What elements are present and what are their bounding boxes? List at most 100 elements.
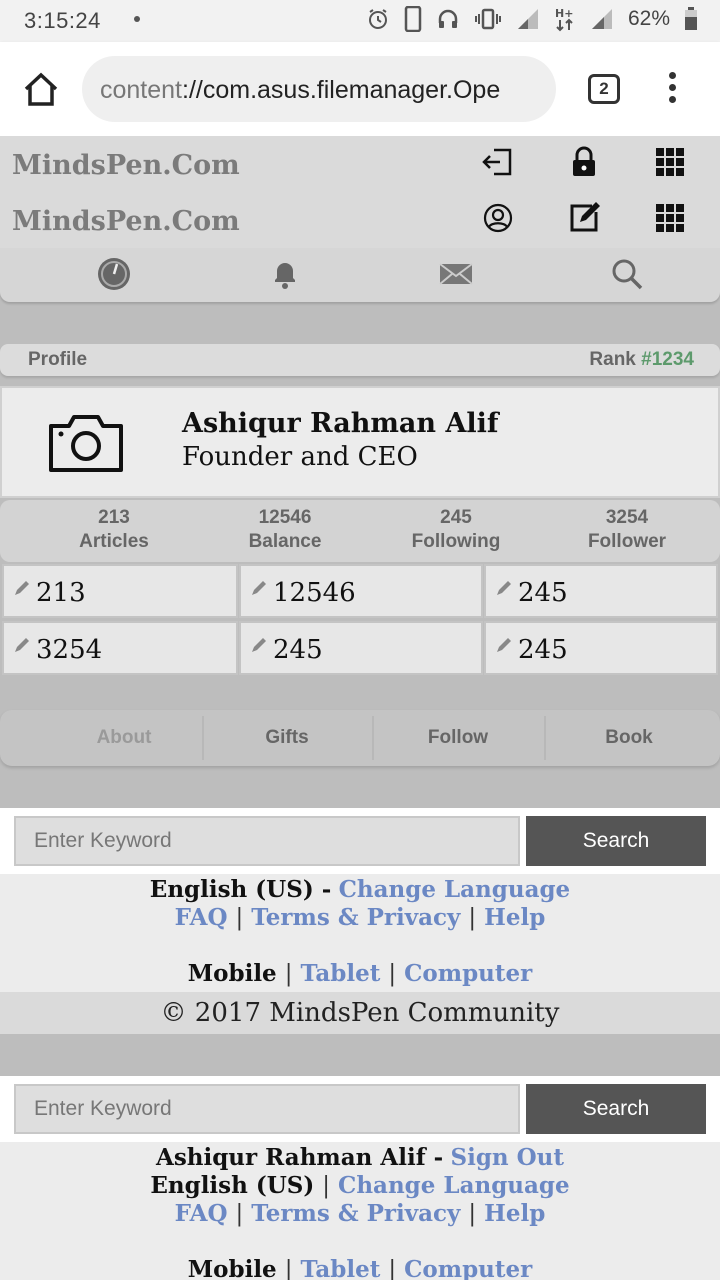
notifications-bell-icon[interactable] (267, 256, 303, 292)
stat-value: 12546 (258, 507, 312, 528)
status-bar: 3:15:24 H+ 62% (0, 0, 720, 42)
separator: | (235, 1201, 244, 1227)
grid-cell-value: 3254 (36, 635, 103, 665)
pencil-icon (15, 638, 29, 652)
separator: | (284, 1257, 293, 1280)
dashboard-icon[interactable] (96, 256, 132, 292)
separator: | (388, 1257, 397, 1280)
stat-balance[interactable]: 12546 Balance (200, 506, 370, 554)
url-scheme: content (100, 76, 183, 104)
phone-icon (404, 6, 422, 32)
address-bar[interactable]: content://com.asus.filemanager.Ope (82, 56, 556, 122)
help-link[interactable]: Help (484, 904, 545, 931)
profile-label: Profile (28, 349, 88, 370)
stat-label: Articles (79, 531, 149, 552)
tab-book[interactable]: Book (544, 716, 712, 760)
grid-cell-value: 245 (273, 635, 323, 665)
overflow-menu-icon[interactable] (662, 72, 682, 108)
grid-cell-value: 12546 (273, 578, 356, 608)
grid-cell[interactable]: 213 (2, 564, 238, 618)
stat-value: 213 (98, 507, 130, 528)
grid-cell[interactable]: 245 (239, 621, 483, 675)
stat-value: 3254 (605, 507, 649, 528)
profile-stats: 213 Articles 12546 Balance 245 Following 32… (0, 500, 720, 562)
grid-cell[interactable]: 245 (484, 621, 718, 675)
battery-icon (685, 7, 697, 30)
home-icon[interactable] (22, 70, 60, 108)
grid-cell-value: 245 (518, 578, 568, 608)
search-icon[interactable] (609, 256, 645, 292)
lock-icon[interactable] (566, 144, 602, 180)
nav-icon-bar (0, 248, 720, 302)
grid-cell[interactable]: 245 (484, 564, 718, 618)
camera-icon[interactable] (46, 412, 126, 474)
change-language-link[interactable]: Change Language (339, 876, 571, 903)
faq-link[interactable]: FAQ (175, 1200, 228, 1227)
compose-icon[interactable] (566, 200, 602, 236)
terms-privacy-link[interactable]: Terms & Privacy (251, 1200, 460, 1227)
terms-privacy-link[interactable]: Terms & Privacy (251, 904, 460, 931)
language-current: English (US) (150, 1172, 315, 1199)
view-tablet-link[interactable]: Tablet (300, 1256, 380, 1280)
tab-gifts[interactable]: Gifts (202, 716, 370, 760)
footer-search: Enter Keyword Search (0, 808, 720, 874)
tab-about[interactable]: About (40, 716, 208, 760)
view-mobile: Mobile (187, 960, 277, 987)
search-button[interactable]: Search (526, 1084, 706, 1134)
separator: | (322, 1173, 331, 1199)
messages-envelope-icon[interactable] (438, 256, 474, 292)
rank-label: Rank (589, 349, 636, 370)
signal-2-icon (591, 9, 612, 29)
help-link[interactable]: Help (484, 1200, 545, 1227)
stat-value: 245 (440, 507, 472, 528)
faq-link[interactable]: FAQ (175, 904, 228, 931)
footer-search-2: Enter Keyword Search (0, 1076, 720, 1142)
sign-out-link[interactable]: Sign Out (450, 1144, 564, 1171)
separator: | (468, 1201, 477, 1227)
grid-cell[interactable]: 12546 (239, 564, 483, 618)
search-input[interactable]: Enter Keyword (14, 1084, 520, 1134)
data-hplus-icon: H+ (555, 7, 573, 32)
signal-icon (517, 9, 538, 29)
grid-cell[interactable]: 3254 (2, 621, 238, 675)
separator: | (235, 905, 244, 931)
site-logo[interactable]: MindsPen.Com (12, 150, 240, 181)
stat-label: Balance (248, 531, 322, 552)
site-logo-secondary[interactable]: MindsPen.Com (12, 206, 240, 237)
signed-in-user: Ashiqur Rahman Alif - (155, 1144, 444, 1171)
user-profile-icon[interactable] (480, 200, 516, 236)
url-path: ://com.asus.filemanager.Ope (182, 76, 501, 104)
profile-name: Ashiqur Rahman Alif (182, 408, 499, 439)
headset-icon (438, 9, 458, 28)
stat-label: Follower (587, 531, 667, 552)
apps-grid-2-icon[interactable] (652, 200, 688, 236)
footer-links-2: Ashiqur Rahman Alif - Sign Out English (… (0, 1142, 720, 1280)
stat-following[interactable]: 245 Following (371, 506, 541, 554)
separator: | (284, 961, 293, 987)
battery-percent: 62% (627, 7, 670, 30)
stat-follower[interactable]: 3254 Follower (542, 506, 712, 554)
pencil-icon (497, 638, 511, 652)
profile-title: Founder and CEO (182, 442, 418, 472)
svg-text:H+: H+ (555, 7, 573, 20)
view-computer-link[interactable]: Computer (404, 1256, 532, 1280)
status-icons: H+ 62% (366, 6, 698, 32)
login-icon[interactable] (480, 144, 516, 180)
change-language-link[interactable]: Change Language (338, 1172, 570, 1199)
status-time: 3:15:24 (24, 8, 101, 33)
view-computer-link[interactable]: Computer (404, 960, 532, 987)
search-input[interactable]: Enter Keyword (14, 816, 520, 866)
grid-cell-value: 213 (36, 578, 86, 608)
notification-dot-icon (134, 16, 140, 22)
separator: | (468, 905, 477, 931)
stat-articles[interactable]: 213 Articles (29, 506, 199, 554)
pencil-icon (497, 581, 511, 595)
search-button[interactable]: Search (526, 816, 706, 866)
tab-follow[interactable]: Follow (372, 716, 542, 760)
profile-header-bar: Profile Rank #1234 (0, 344, 720, 376)
grid-cell-value: 245 (518, 635, 568, 665)
tab-switcher-button[interactable]: 2 (588, 74, 620, 104)
view-tablet-link[interactable]: Tablet (300, 960, 380, 987)
stat-label: Following (411, 531, 501, 552)
apps-grid-icon[interactable] (652, 144, 688, 180)
